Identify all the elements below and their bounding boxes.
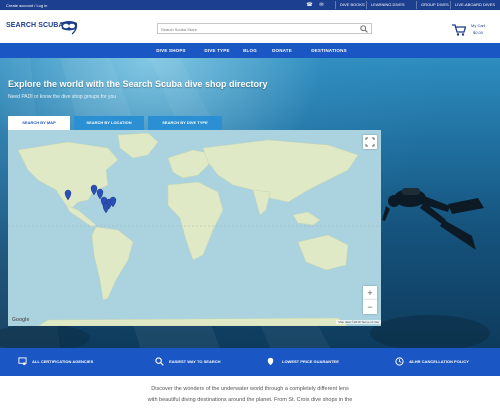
feature-certification: ALL CERTIFICATION AGENCIES [0, 348, 125, 376]
intro-line-2: with beautiful diving destinations aroun… [147, 397, 353, 403]
diver-image [382, 188, 484, 250]
nav-destinations[interactable]: DESTINATIONS [301, 43, 357, 58]
dive-books-button[interactable]: DIVE BOOKS [335, 1, 369, 9]
map-brand: Google [12, 317, 30, 323]
tab-search-by-location[interactable]: SEARCH BY LOCATION [74, 116, 144, 130]
nav-dive-type[interactable]: DIVE TYPE [197, 43, 237, 58]
mask-icon [61, 21, 78, 35]
phone-icon[interactable]: ☎ [306, 2, 313, 8]
hero-section: Explore the world with the Search Scuba … [0, 58, 500, 348]
search-bar [157, 23, 372, 34]
feature-label: LOWEST PRICE GUARANTEE [282, 359, 339, 364]
logo-text: SEARCH SCUBA [6, 22, 64, 29]
nav-donate[interactable]: DONATE [263, 43, 301, 58]
feature-easy-search: EASIEST WAY TO SEARCH [125, 348, 250, 376]
feature-label: 48-HR CANCELLATION POLICY [409, 359, 469, 364]
price-tag-icon [267, 357, 274, 366]
world-map[interactable]: + − Google Map data ©2019 Terms of Use [8, 130, 381, 326]
fullscreen-button[interactable] [363, 135, 377, 149]
site-logo[interactable]: SEARCH SCUBA [6, 19, 80, 35]
search-input[interactable] [161, 25, 356, 33]
top-bar: Create account / Log in ☎ ✉ DIVE BOOKS L… [0, 0, 500, 10]
nav-dive-shops[interactable]: DIVE SHOPS [145, 43, 197, 58]
features-bar: ALL CERTIFICATION AGENCIES EASIEST WAY T… [0, 348, 500, 376]
main-nav: DIVE SHOPS DIVE TYPE BLOG DONATE DESTINA… [0, 43, 500, 58]
live-aboard-button[interactable]: LIVE-ABOARD DIVES [450, 1, 499, 9]
tab-search-by-map[interactable]: SEARCH BY MAP [8, 116, 70, 130]
tab-search-by-dive-type[interactable]: SEARCH BY DIVE TYPE [148, 116, 222, 130]
hero-subtitle: Need PADI or know the dive shop groups f… [8, 94, 117, 100]
intro-line-1: Discover the wonders of the underwater w… [151, 386, 349, 392]
fullscreen-icon [365, 137, 375, 147]
feature-label: EASIEST WAY TO SEARCH [169, 359, 221, 364]
group-dives-button[interactable]: GROUP DIVES [416, 1, 453, 9]
cart-amount: $0.00 [473, 30, 484, 35]
clock-icon [395, 357, 404, 366]
hero-title: Explore the world with the Search Scuba … [8, 79, 268, 89]
search-icon[interactable] [360, 25, 368, 33]
learning-dives-button[interactable]: LEARNING DIVES [366, 1, 409, 9]
cart-icon [452, 24, 466, 36]
account-link[interactable]: Create account / Log in [6, 3, 47, 8]
search-icon [155, 357, 164, 366]
feature-cancellation: 48-HR CANCELLATION POLICY [375, 348, 500, 376]
feature-label: ALL CERTIFICATION AGENCIES [32, 359, 94, 364]
zoom-out-button[interactable]: − [363, 300, 377, 314]
map-attribution[interactable]: Map data ©2019 Terms of Use [336, 320, 381, 324]
feature-lowest-price: LOWEST PRICE GUARANTEE [250, 348, 375, 376]
site-header: SEARCH SCUBA My Cart $0.00 [0, 10, 500, 43]
cart-widget[interactable]: My Cart $0.00 [452, 23, 494, 39]
mail-icon[interactable]: ✉ [318, 2, 325, 8]
certificate-icon [18, 357, 27, 366]
zoom-in-button[interactable]: + [363, 286, 377, 300]
cart-label: My Cart [471, 23, 485, 28]
intro-text: Discover the wonders of the underwater w… [90, 384, 410, 406]
map-land [8, 132, 381, 326]
nav-blog[interactable]: BLOG [237, 43, 263, 58]
